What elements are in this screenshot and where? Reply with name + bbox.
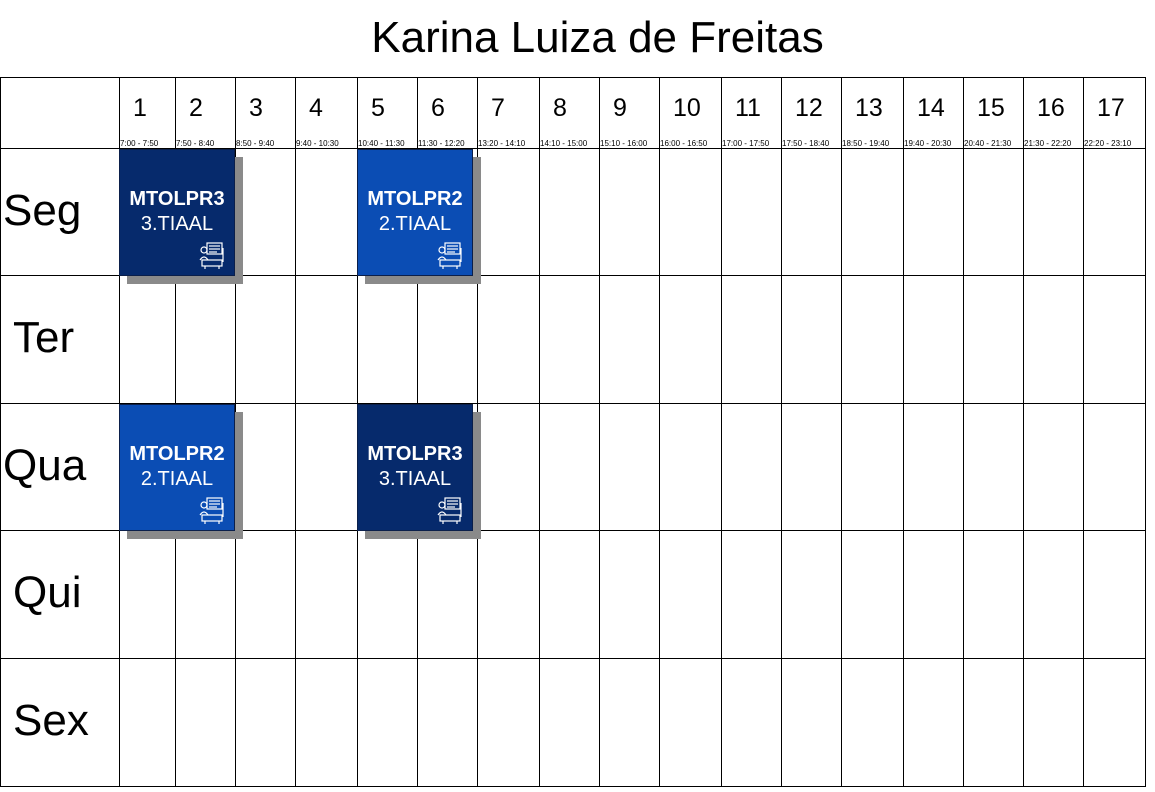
class-block-face: MTOLPR3 3.TIAAL xyxy=(119,149,235,276)
period-number: 1 xyxy=(133,94,147,122)
period-time: 19:40 - 20:30 xyxy=(904,139,952,148)
grid-column-line xyxy=(903,77,904,787)
period-time: 22:20 - 23:10 xyxy=(1084,139,1132,148)
class-code: MTOLPR3 xyxy=(367,443,463,465)
period-number: 2 xyxy=(189,94,203,122)
class-block[interactable]: MTOLPR2 2.TIAAL xyxy=(357,149,481,284)
day-label-sex: Sex xyxy=(13,696,89,745)
period-number: 6 xyxy=(431,94,445,122)
grid-column-line xyxy=(963,77,964,787)
grid-column-line xyxy=(781,77,782,787)
period-time: 17:00 - 17:50 xyxy=(722,139,770,148)
period-number: 3 xyxy=(249,94,263,122)
class-code: MTOLPR2 xyxy=(367,188,463,210)
period-number: 13 xyxy=(855,94,883,122)
day-label-qui: Qui xyxy=(13,568,82,617)
period-time: 20:40 - 21:30 xyxy=(964,139,1012,148)
period-time: 10:40 - 11:30 xyxy=(358,139,405,148)
teacher-desk-icon xyxy=(198,240,228,270)
grid-column-line xyxy=(599,77,600,787)
period-number: 15 xyxy=(977,94,1005,122)
class-code: MTOLPR2 xyxy=(129,443,225,465)
class-group: 2.TIAAL xyxy=(140,468,214,490)
grid-row-line xyxy=(0,658,1146,659)
period-number: 12 xyxy=(795,94,823,122)
period-time: 18:50 - 19:40 xyxy=(842,139,890,148)
class-group: 2.TIAAL xyxy=(378,213,452,235)
class-block-face: MTOLPR2 2.TIAAL xyxy=(357,149,473,276)
grid-column-line xyxy=(659,77,660,787)
class-block[interactable]: MTOLPR2 2.TIAAL xyxy=(119,404,243,539)
class-block-face: MTOLPR3 3.TIAAL xyxy=(357,404,473,531)
grid-row-line xyxy=(0,786,1146,787)
period-time: 21:30 - 22:20 xyxy=(1024,139,1072,148)
period-number: 8 xyxy=(553,94,567,122)
grid-column-line xyxy=(539,77,540,787)
grid-column-line xyxy=(0,77,1,787)
period-time: 9:40 - 10:30 xyxy=(296,139,339,148)
period-time: 15:10 - 16:00 xyxy=(600,139,648,148)
class-code: MTOLPR3 xyxy=(129,188,225,210)
grid-column-line xyxy=(1023,77,1024,787)
period-number: 9 xyxy=(613,94,627,122)
period-time: 7:50 - 8:40 xyxy=(176,139,215,148)
grid-column-line xyxy=(721,77,722,787)
class-group: 3.TIAAL xyxy=(140,213,214,235)
period-time: 11:30 - 12:20 xyxy=(418,139,465,148)
period-time: 16:00 - 16:50 xyxy=(660,139,708,148)
period-number: 7 xyxy=(491,94,505,122)
class-block-face: MTOLPR2 2.TIAAL xyxy=(119,404,235,531)
day-label-ter: Ter xyxy=(13,313,75,362)
period-time: 13:20 - 14:10 xyxy=(478,139,526,148)
period-time: 14:10 - 15:00 xyxy=(540,139,588,148)
class-group: 3.TIAAL xyxy=(378,468,452,490)
timetable-grid: 1 7:00 - 7:50 2 7:50 - 8:40 3 8:50 - 9:40 4 9:4… xyxy=(0,0,1155,792)
period-number: 17 xyxy=(1097,94,1125,122)
grid-column-line xyxy=(1145,77,1146,787)
period-time: 7:00 - 7:50 xyxy=(120,139,159,148)
period-number: 16 xyxy=(1037,94,1065,122)
grid-row-line xyxy=(0,77,1146,78)
period-time: 8:50 - 9:40 xyxy=(236,139,275,148)
day-label-seg: Seg xyxy=(3,186,82,235)
period-number: 10 xyxy=(673,94,701,122)
grid-column-line xyxy=(841,77,842,787)
teacher-desk-icon xyxy=(198,495,228,525)
teacher-desk-icon xyxy=(436,240,466,270)
class-block[interactable]: MTOLPR3 3.TIAAL xyxy=(119,149,243,284)
period-number: 4 xyxy=(309,94,323,122)
period-time: 17:50 - 18:40 xyxy=(782,139,830,148)
teacher-desk-icon xyxy=(436,495,466,525)
class-block[interactable]: MTOLPR3 3.TIAAL xyxy=(357,404,481,539)
period-number: 5 xyxy=(371,94,385,122)
day-label-qua: Qua xyxy=(3,441,87,490)
period-number: 11 xyxy=(735,94,761,122)
grid-column-line xyxy=(295,77,296,787)
period-number: 14 xyxy=(917,94,945,122)
grid-column-line xyxy=(1083,77,1084,787)
